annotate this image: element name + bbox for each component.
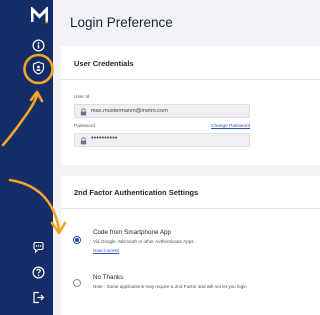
option-smartphone-title: Code from Smartphone App (93, 229, 172, 236)
option-smartphone-description: Via Google, Microsoft or other Authentic… (93, 239, 194, 244)
info-icon[interactable] (32, 39, 45, 52)
two-factor-card: 2nd Factor Authentication Settings Code … (61, 176, 320, 315)
user-id-value: max.mustermanm@metro.com (91, 108, 168, 114)
lock-icon (80, 137, 87, 145)
password-field: •••••••••• (74, 133, 250, 147)
radio-no-thanks[interactable] (73, 279, 81, 287)
change-password-link[interactable]: Change Password (211, 124, 250, 129)
how-it-works-link[interactable]: How it works (93, 248, 119, 253)
two-factor-title: 2nd Factor Authentication Settings (74, 188, 199, 197)
chat-icon[interactable] (32, 241, 45, 254)
option-no-thanks-title: No Thanks (93, 274, 124, 281)
help-icon[interactable] (32, 266, 45, 279)
divider (61, 79, 320, 80)
lock-icon (80, 108, 87, 116)
app-logo (31, 7, 48, 24)
user-id-field: max.mustermanm@metro.com (74, 104, 250, 118)
page-title: Login Preference (70, 15, 173, 30)
credentials-card: User Credentials User Id max.mustermanm@… (61, 46, 320, 165)
divider (61, 208, 320, 209)
sidebar (0, 0, 53, 315)
logout-icon[interactable] (32, 291, 45, 304)
shield-icon[interactable] (32, 61, 45, 75)
password-label: Password (74, 124, 96, 129)
radio-smartphone-app[interactable] (73, 236, 81, 244)
credentials-title: User Credentials (74, 59, 134, 68)
password-value: •••••••••• (91, 135, 118, 142)
option-no-thanks-description: Note : Some applications may require a 2… (93, 284, 247, 289)
user-id-label: User Id (74, 95, 90, 100)
main-content: Login Preference User Credentials User I… (53, 0, 320, 315)
